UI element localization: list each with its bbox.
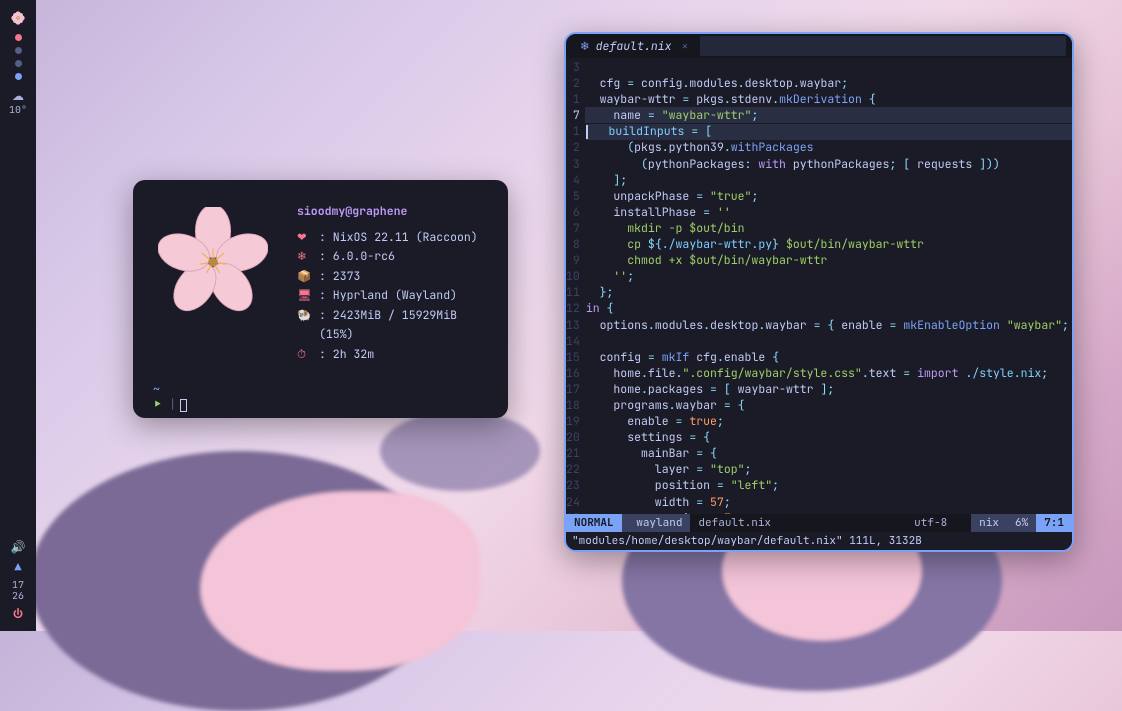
tab-close-icon[interactable]: ×	[682, 39, 689, 54]
prompt-symbol: ⯈	[153, 397, 162, 412]
neofetch-line-value: : 2423MiB / 15929MiB (15%)	[319, 306, 488, 345]
neofetch-line-icon: 📦	[297, 267, 311, 287]
workspace-dot-1[interactable]	[15, 34, 22, 41]
neofetch-line: 📦 : 2373	[297, 267, 488, 287]
editor-code[interactable]: cfg = config.modules.desktop.waybar; way…	[586, 60, 1072, 514]
neofetch-line-value: : 6.0.0-rc6	[319, 247, 395, 267]
terminal-prompt[interactable]: ~ ⯈ |	[153, 382, 488, 412]
editor-gutter: 3217123456789101112131415161718192021222…	[566, 60, 586, 514]
status-branch[interactable]: wayland	[622, 514, 691, 532]
volume-icon: 🔊	[11, 539, 26, 555]
clock-minute: 26	[12, 590, 24, 601]
tab-filename: default.nix	[596, 39, 672, 54]
neofetch-line-icon: 🖥	[297, 286, 311, 306]
terminal-window[interactable]: sioodmy@graphene ❤ : NixOS 22.11 (Raccoon…	[133, 180, 508, 418]
logo-icon[interactable]	[2, 10, 34, 26]
neofetch-line-value: : 2h 32m	[319, 345, 374, 365]
neofetch-line-icon: ❄	[297, 247, 311, 267]
neofetch-line-value: : Hyprland (Wayland)	[319, 286, 457, 306]
neofetch-line-icon: ❤	[297, 228, 311, 248]
neofetch-line-icon: ⏱	[297, 345, 311, 365]
terminal-cursor	[180, 399, 187, 412]
editor-code-area[interactable]: 3217123456789101112131415161718192021222…	[566, 58, 1072, 514]
neofetch-line-value: : 2373	[319, 267, 360, 287]
status-encoding: utf-8	[906, 514, 955, 532]
status-position: 7:1	[1036, 514, 1072, 532]
neofetch-line: ❤ : NixOS 22.11 (Raccoon)	[297, 228, 488, 248]
editor-cmdline: "modules/home/desktop/waybar/default.nix…	[566, 532, 1072, 550]
editor-window[interactable]: ❄ default.nix × 321712345678910111213141…	[564, 32, 1074, 552]
power-button[interactable]: ⏻	[2, 605, 34, 623]
workspace-dot-4[interactable]	[15, 73, 22, 80]
editor-tab[interactable]: ❄ default.nix ×	[572, 39, 696, 54]
workspace-dot-2[interactable]	[15, 47, 22, 54]
weather-widget[interactable]: ☁ 10°	[2, 88, 34, 115]
neofetch-line-icon: 🐏	[297, 306, 311, 345]
neofetch-line: 🐏: 2423MiB / 15929MiB (15%)	[297, 306, 488, 345]
editor-statusbar: NORMAL wayland default.nix utf-8 nix 6% …	[566, 514, 1072, 532]
prompt-cwd: ~	[153, 382, 160, 397]
wifi-button[interactable]: ▲	[2, 559, 34, 575]
status-percent: 6%	[1007, 514, 1036, 532]
status-filetype: nix	[971, 514, 1007, 532]
workspace-dot-3[interactable]	[15, 60, 22, 67]
nix-file-icon: ❄	[580, 39, 590, 54]
power-icon: ⏻	[14, 605, 22, 623]
weather-icon: ☁	[12, 88, 24, 104]
weather-temp: 10°	[9, 104, 27, 115]
status-mode: NORMAL	[566, 514, 622, 532]
status-indicators	[955, 514, 971, 532]
volume-button[interactable]: 🔊	[2, 539, 34, 555]
wifi-icon: ▲	[14, 559, 21, 575]
wallpaper-cloud	[380, 411, 540, 491]
editor-tabbar: ❄ default.nix ×	[566, 34, 1072, 58]
neofetch-output: sioodmy@graphene ❤ : NixOS 22.11 (Raccoon…	[153, 202, 488, 364]
tabbar-spacer	[700, 36, 1066, 56]
neofetch-line: ❄ : 6.0.0-rc6	[297, 247, 488, 267]
neofetch-line-value: : NixOS 22.11 (Raccoon)	[319, 228, 478, 248]
status-filename: default.nix	[690, 514, 779, 532]
waybar-sidebar: ☁ 10° 🔊 ▲ 17 26 ⏻	[0, 0, 36, 631]
neofetch-logo	[153, 202, 273, 322]
clock-widget[interactable]: 17 26	[2, 579, 34, 601]
neofetch-line: ⏱ : 2h 32m	[297, 345, 488, 365]
neofetch-line: 🖥 : Hyprland (Wayland)	[297, 286, 488, 306]
neofetch-title: sioodmy@graphene	[297, 202, 488, 222]
